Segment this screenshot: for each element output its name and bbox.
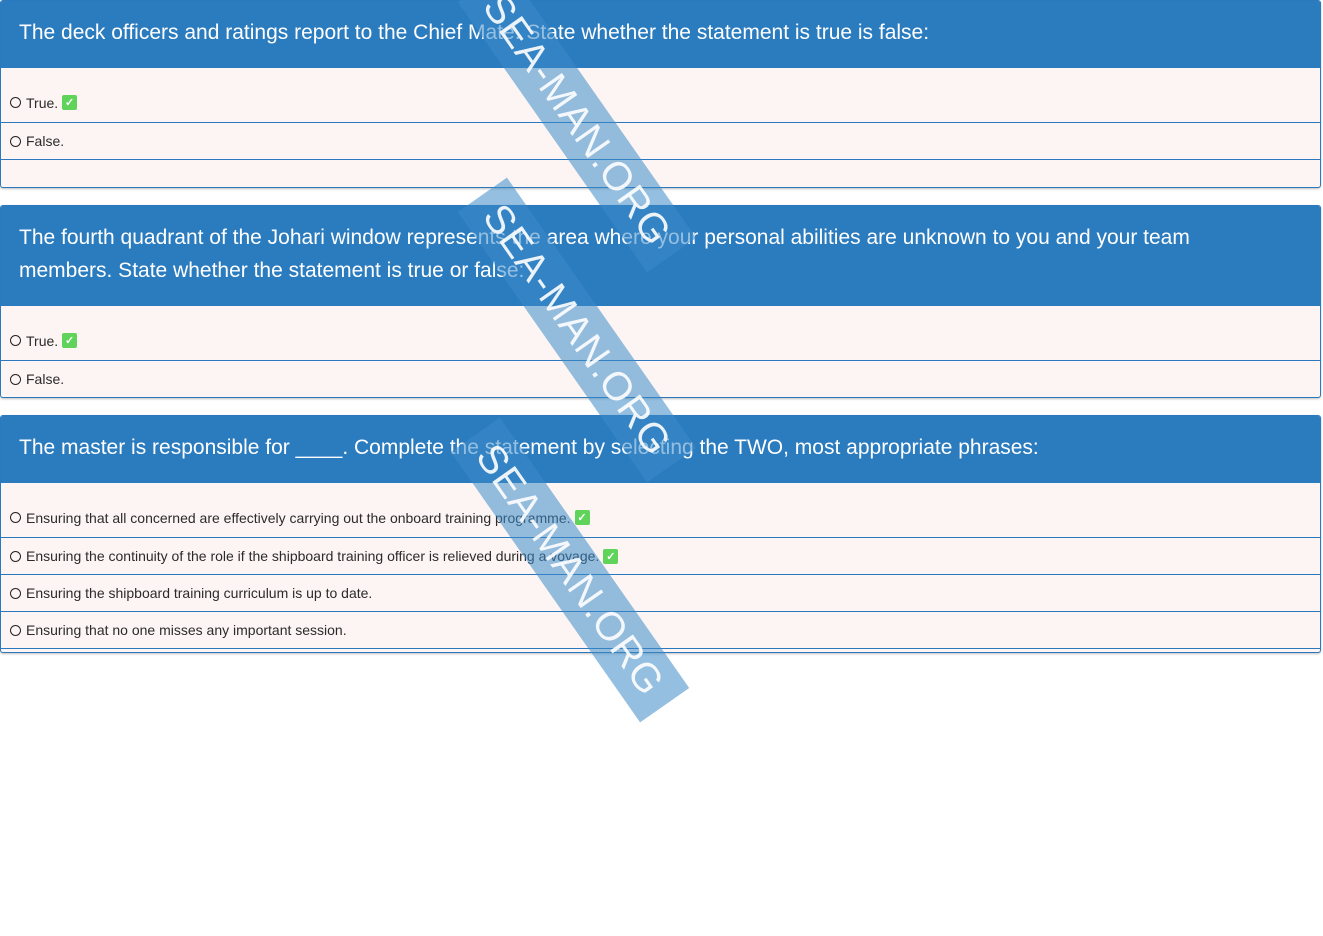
- checkmark-icon: ✓: [603, 548, 619, 564]
- option-label: Ensuring the shipboard training curricul…: [26, 585, 373, 601]
- option-3-a[interactable]: Ensuring that all concerned are effectiv…: [1, 483, 1320, 538]
- radio-button-icon[interactable]: [10, 512, 21, 523]
- question-card-3: The master is responsible for ____. Comp…: [0, 415, 1321, 653]
- question-2-text: The fourth quadrant of the Johari window…: [1, 206, 1320, 306]
- radio-button-icon[interactable]: [10, 550, 21, 562]
- option-label: False.: [26, 133, 65, 149]
- radio-button-icon[interactable]: [10, 373, 21, 385]
- question-1-text: The deck officers and ratings report to …: [1, 1, 1320, 68]
- option-1-true[interactable]: True. ✓: [1, 68, 1320, 123]
- checkmark-icon: ✓: [574, 510, 590, 525]
- question-card-2: The fourth quadrant of the Johari window…: [0, 205, 1321, 398]
- checkmark-icon: ✓: [62, 333, 78, 348]
- option-3-d[interactable]: Ensuring that no one misses any importan…: [1, 612, 1320, 649]
- radio-button-icon[interactable]: [10, 97, 21, 108]
- question-card-1: The deck officers and ratings report to …: [0, 0, 1321, 188]
- option-label: Ensuring that all concerned are effectiv…: [26, 509, 571, 526]
- radio-button-icon[interactable]: [10, 135, 21, 147]
- card-spacer: [1, 160, 1320, 187]
- radio-button-icon[interactable]: [10, 624, 21, 636]
- radio-button-icon[interactable]: [10, 335, 21, 346]
- option-2-false[interactable]: False.: [1, 361, 1320, 397]
- radio-button-icon[interactable]: [10, 587, 21, 599]
- question-3-text: The master is responsible for ____. Comp…: [1, 416, 1320, 483]
- option-2-true[interactable]: True. ✓: [1, 306, 1320, 361]
- option-label: Ensuring the continuity of the role if t…: [26, 548, 600, 564]
- option-label: False.: [26, 371, 65, 387]
- option-3-c[interactable]: Ensuring the shipboard training curricul…: [1, 575, 1320, 612]
- option-label: True.: [26, 94, 59, 111]
- option-label: Ensuring that no one misses any importan…: [26, 622, 347, 638]
- option-3-b[interactable]: Ensuring the continuity of the role if t…: [1, 538, 1320, 575]
- option-label: True.: [26, 332, 59, 349]
- checkmark-icon: ✓: [62, 95, 78, 110]
- option-1-false[interactable]: False.: [1, 123, 1320, 160]
